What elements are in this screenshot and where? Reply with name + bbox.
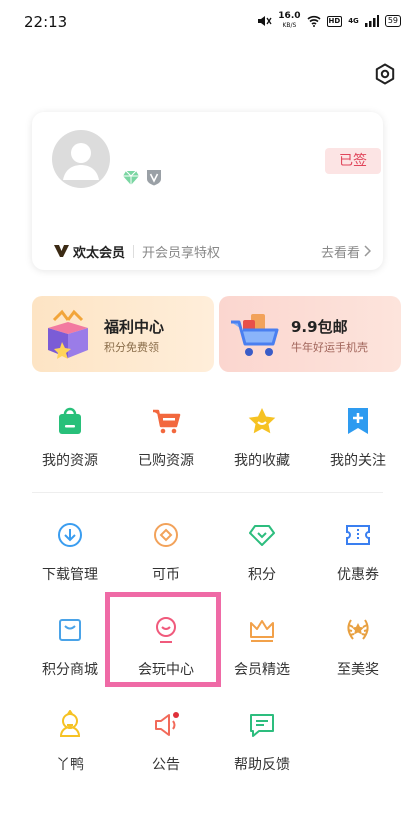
hd-icon: HD (326, 15, 343, 27)
grid-label: 下载管理 (42, 567, 98, 583)
primary-grid: 我的资源 已购资源 我的收藏 我的关注 (22, 406, 407, 470)
star-icon (248, 408, 276, 434)
banner-title: 9.9包邮 (291, 318, 348, 336)
my-favorites-button[interactable]: 我的收藏 (214, 406, 310, 470)
vip-link[interactable]: 去看看 (321, 242, 371, 261)
bag-icon (59, 407, 81, 434)
net-speed: 16.0 KB/S (278, 11, 301, 30)
vip-promo: 开会员享特权 (142, 245, 221, 261)
shopping-cart-icon (231, 314, 279, 356)
download-manager-button[interactable]: 下载管理 (22, 520, 118, 584)
status-bar: 22:13 16.0 KB/S HD 4G 59 (0, 0, 415, 44)
grid-label: 我的资源 (42, 453, 98, 469)
settings-gear-icon[interactable] (373, 62, 397, 86)
chat-icon (250, 714, 274, 737)
megaphone-icon (155, 712, 179, 736)
diamond-badge-icon[interactable] (122, 170, 140, 186)
banner-subtitle: 积分免费领 (104, 341, 159, 354)
purchased-resources-button[interactable]: 已购资源 (118, 406, 214, 470)
ticket-icon (346, 525, 370, 545)
services-grid-row-1: 下载管理 可币 积分 优惠券 (22, 520, 407, 584)
chevron-right-icon (364, 245, 371, 257)
beauty-award-button[interactable]: 至美奖 (310, 615, 406, 679)
status-icons: 16.0 KB/S HD 4G 59 (256, 12, 401, 30)
coins-button[interactable]: 可币 (118, 520, 214, 584)
my-resources-button[interactable]: 我的资源 (22, 406, 118, 470)
help-feedback-button[interactable]: 帮助反馈 (214, 710, 310, 774)
grid-label: 积分 (248, 567, 276, 583)
mute-icon (258, 16, 272, 26)
wifi-icon (306, 15, 321, 27)
grid-label: 公告 (152, 757, 180, 773)
banner-title: 福利中心 (104, 318, 165, 336)
grid-label: 我的关注 (330, 453, 386, 469)
network-type: 4G (348, 17, 359, 25)
laurel-icon (347, 619, 369, 640)
coin-icon (154, 523, 178, 547)
diamond-icon (249, 525, 275, 546)
download-icon (58, 523, 82, 547)
highlight-annotation-box (105, 592, 221, 687)
grid-label: 我的收藏 (234, 453, 290, 469)
grid-label: 可币 (152, 567, 180, 583)
battery-icon: 59 (384, 15, 401, 27)
duck-icon (59, 710, 81, 737)
vip-membership-row[interactable]: 欢太会员 开会员享特权 去看看 (54, 240, 371, 262)
points-mall-button[interactable]: 积分商城 (22, 615, 118, 679)
free-shipping-banner[interactable]: 9.9包邮 牛年好运手机壳 (219, 296, 401, 372)
store-icon (59, 619, 81, 641)
my-follows-button[interactable]: 我的关注 (310, 406, 406, 470)
cart-icon (153, 409, 181, 434)
welfare-center-banner[interactable]: 福利中心 积分免费领 (32, 296, 214, 372)
grid-label: 会员精选 (234, 662, 290, 678)
crown-icon (250, 620, 274, 642)
grid-label: 丫鸭 (56, 757, 84, 773)
member-picks-button[interactable]: 会员精选 (214, 615, 310, 679)
gift-box-icon (48, 309, 88, 359)
bookmark-plus-icon (348, 408, 368, 434)
section-divider (32, 492, 383, 493)
announcements-button[interactable]: 公告 (118, 710, 214, 774)
vip-shield-badge-icon[interactable] (146, 169, 162, 186)
status-time: 22:13 (24, 13, 68, 31)
avatar[interactable] (52, 130, 110, 188)
user-silhouette-icon (63, 143, 99, 180)
grid-label: 帮助反馈 (234, 757, 290, 773)
signal-icon (364, 15, 379, 27)
grid-label: 积分商城 (42, 662, 98, 678)
profile-card: 已签 欢太会员 开会员享特权 去看看 (32, 112, 383, 270)
coupons-button[interactable]: 优惠券 (310, 520, 406, 584)
grid-label: 已购资源 (138, 453, 194, 469)
checked-in-button[interactable]: 已签 (325, 148, 381, 174)
grid-label: 优惠券 (337, 567, 379, 583)
services-grid-row-3: 丫鸭 公告 帮助反馈 (22, 710, 407, 774)
vip-logo-icon (54, 245, 69, 257)
points-button[interactable]: 积分 (214, 520, 310, 584)
vip-divider (133, 244, 135, 258)
grid-label: 至美奖 (337, 662, 379, 678)
vip-link-label: 去看看 (320, 245, 360, 261)
yaya-button[interactable]: 丫鸭 (22, 710, 118, 774)
vip-name: 欢太会员 (73, 245, 126, 261)
banner-subtitle: 牛年好运手机壳 (291, 341, 368, 354)
